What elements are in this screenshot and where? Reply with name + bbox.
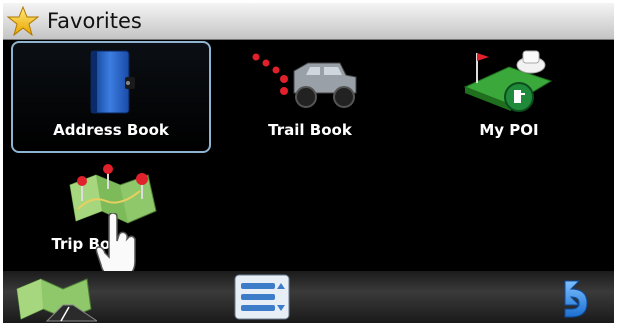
list-menu-button[interactable] [233, 273, 293, 323]
jeep-icon [252, 53, 357, 108]
page-title: Favorites [47, 9, 142, 33]
poi-icon [463, 50, 553, 112]
tile-my-poi[interactable]: My POI [409, 41, 609, 153]
back-button[interactable] [551, 275, 595, 323]
bottom-toolbar [3, 271, 614, 323]
trip-map-icon [69, 164, 157, 224]
tile-label: Trail Book [268, 121, 352, 139]
tile-trail-book[interactable]: Trail Book [210, 41, 410, 153]
map-view-icon [16, 278, 99, 322]
tile-label: Trip Book [51, 235, 131, 253]
favorites-screen: Favorites Address Book Trail Book My POI… [3, 3, 614, 323]
back-arrow-icon [564, 280, 588, 318]
address-book-icon [90, 50, 135, 114]
tile-address-book[interactable]: Address Book [11, 41, 211, 153]
tile-trip-book[interactable]: Trip Book [11, 155, 211, 267]
tile-label: Address Book [53, 121, 169, 139]
map-view-button[interactable] [13, 275, 99, 323]
list-menu-icon [234, 274, 290, 320]
title-bar: Favorites [3, 3, 614, 40]
tile-label: My POI [479, 121, 539, 139]
star-icon [7, 6, 39, 36]
